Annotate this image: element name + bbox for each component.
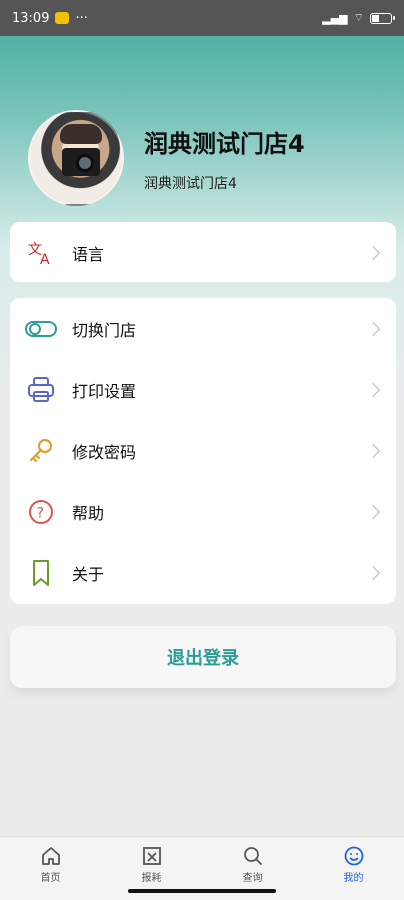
menu-item-help[interactable]: ? 帮助 xyxy=(10,481,396,542)
printer-icon xyxy=(24,373,58,407)
battery-fill xyxy=(372,14,379,22)
profile-section: 润典测试门店4 润典测试门店4 xyxy=(28,110,388,206)
avatar[interactable] xyxy=(28,110,124,206)
status-dots: ··· xyxy=(75,10,88,26)
menu-item-label: 语言 xyxy=(72,244,105,264)
menu-card: 切换门店 打印设置 修改密码 ? 帮助 关于 xyxy=(10,298,396,604)
logout-button[interactable]: 退出登录 xyxy=(10,626,396,688)
menu-item-label: 打印设置 xyxy=(72,381,137,401)
app-badge-icon xyxy=(55,12,70,24)
tab-profile[interactable]: 我的 xyxy=(324,845,384,884)
avatar-camera-icon xyxy=(76,154,94,172)
tab-label: 报耗 xyxy=(141,873,162,884)
chevron-right-icon xyxy=(365,382,381,397)
tab-home[interactable]: 首页 xyxy=(21,845,81,884)
language-icon: 文 A xyxy=(24,236,58,270)
status-bar: 13:09 ··· ▂▄▆ ⌔ xyxy=(0,0,404,36)
help-icon: ? xyxy=(24,495,58,529)
battery-icon xyxy=(370,12,395,24)
nav-handle[interactable] xyxy=(128,889,276,893)
signal-icon: ▂▄▆ xyxy=(322,11,348,25)
profile-subtitle: 润典测试门店4 xyxy=(144,175,237,192)
chevron-right-icon xyxy=(365,321,381,336)
switch-icon xyxy=(24,312,58,346)
tab-search[interactable]: 查询 xyxy=(223,845,283,884)
profile-title: 润典测试门店4 xyxy=(144,129,305,158)
chevron-right-icon xyxy=(365,565,381,580)
tab-label: 查询 xyxy=(242,873,263,884)
menu-item-about[interactable]: 关于 xyxy=(10,542,396,603)
menu-item-print-settings[interactable]: 打印设置 xyxy=(10,359,396,420)
language-card: 文 A 语言 xyxy=(10,222,396,282)
menu-item-label: 修改密码 xyxy=(72,442,137,462)
loss-icon xyxy=(142,847,161,865)
search-icon xyxy=(243,847,262,865)
profile-text: 润典测试门店4 润典测试门店4 xyxy=(144,124,305,193)
chevron-right-icon xyxy=(365,504,381,519)
chevron-right-icon xyxy=(365,443,381,458)
status-time: 13:09 xyxy=(12,10,50,26)
wifi-icon: ⌔ xyxy=(353,11,364,24)
svg-text:?: ? xyxy=(37,505,44,521)
home-icon xyxy=(41,847,60,865)
menu-item-change-password[interactable]: 修改密码 xyxy=(10,420,396,481)
bookmark-icon xyxy=(24,556,58,590)
tab-label: 我的 xyxy=(343,873,364,884)
menu-item-label: 切换门店 xyxy=(72,320,137,340)
profile-icon xyxy=(344,846,363,866)
menu-item-switch-store[interactable]: 切换门店 xyxy=(10,298,396,359)
status-left: 13:09 ··· xyxy=(12,11,88,26)
menu-item-language[interactable]: 文 A 语言 xyxy=(10,222,396,283)
chevron-right-icon xyxy=(365,245,381,260)
tab-loss[interactable]: 报耗 xyxy=(122,845,182,884)
key-icon xyxy=(24,434,58,468)
menu-item-label: 关于 xyxy=(72,564,105,584)
status-right: ▂▄▆ ⌔ xyxy=(322,11,395,25)
tab-label: 首页 xyxy=(40,873,61,884)
svg-text:A: A xyxy=(40,252,50,268)
menu-item-label: 帮助 xyxy=(72,503,105,523)
